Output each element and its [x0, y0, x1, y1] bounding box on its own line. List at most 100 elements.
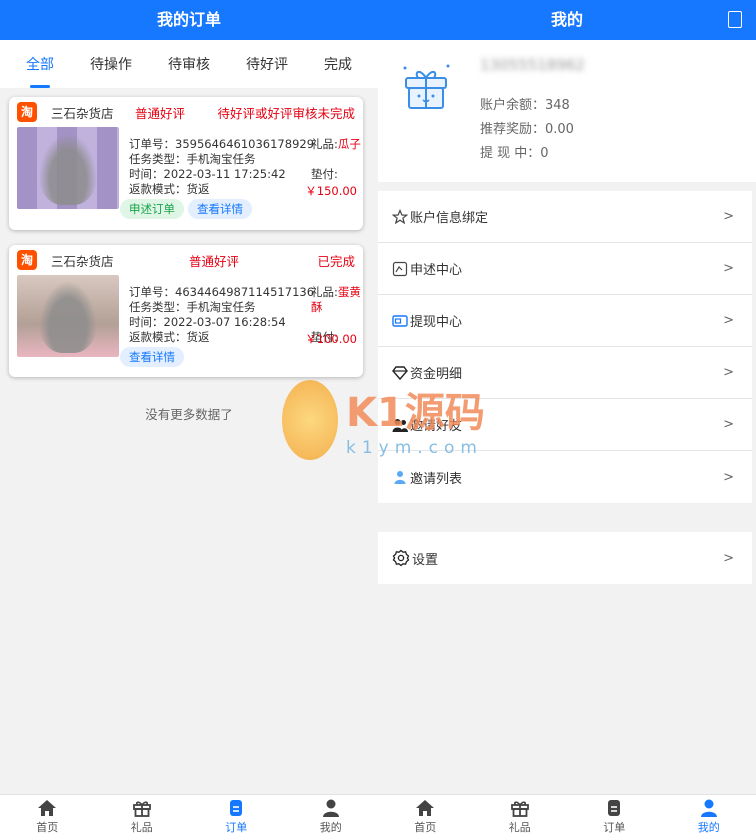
- chevron-right-icon: >: [723, 209, 734, 224]
- order-tabs: 全部 待操作 待审核 待好评 完成: [0, 40, 378, 88]
- order-number: 订单号：4634464987114517136: [129, 285, 315, 299]
- menu-label: 邀请列表: [410, 471, 463, 487]
- order-number: 订单号：3595646461036178929: [129, 137, 315, 151]
- home-icon: [38, 800, 57, 816]
- nav-home[interactable]: 首页: [0, 795, 95, 840]
- order-time: 时间：2022-03-07 16:28:54: [129, 315, 286, 329]
- nav-label: 首页: [414, 821, 437, 834]
- menu-invite-friends[interactable]: 邀请好友 >: [378, 399, 752, 451]
- gift-info: 礼品:瓜子 垫付:: [311, 137, 361, 182]
- profile-screen: 我的 13055518962 账户余额：348 推荐奖励：0.00 提 现 中：…: [378, 0, 756, 840]
- nav-mine[interactable]: 我的: [662, 795, 756, 840]
- account-menu: 账户信息绑定 > 申述中心 > 提现中心 > 资金明细 > 邀请好友 > 邀请列…: [378, 191, 752, 503]
- home-icon: [416, 800, 435, 816]
- nav-label: 我的: [319, 821, 342, 834]
- menu-withdraw-center[interactable]: 提现中心 >: [378, 295, 752, 347]
- chevron-right-icon: >: [723, 469, 734, 485]
- nav-label: 我的: [697, 821, 720, 834]
- bottom-nav: 首页 礼品 订单 我的: [0, 794, 378, 840]
- account-balance: 账户余额：348: [480, 98, 570, 113]
- bottom-nav: 首页 礼品 订单 我的: [378, 794, 756, 840]
- nav-mine[interactable]: 我的: [284, 795, 379, 840]
- profile-header: 我的: [378, 0, 756, 40]
- referral-reward: 推荐奖励：0.00: [480, 122, 574, 137]
- tab-all[interactable]: 全部: [20, 50, 60, 78]
- nav-gifts[interactable]: 礼品: [95, 795, 190, 840]
- order-status: 已完成: [317, 253, 355, 269]
- nav-home[interactable]: 首页: [378, 795, 473, 840]
- product-image: [17, 127, 119, 209]
- nav-label: 首页: [36, 821, 59, 834]
- gift-label: 礼品:: [311, 285, 338, 299]
- orders-screen: 我的订单 全部 待操作 待审核 待好评 完成 淘 三石杂货店 普通好评 待好评或…: [0, 0, 378, 840]
- window-icon[interactable]: [728, 11, 742, 28]
- review-type: 普通好评: [135, 105, 186, 121]
- orders-header: 我的订单: [0, 0, 378, 40]
- tab-pending-review[interactable]: 待审核: [162, 50, 216, 78]
- menu-fund-details[interactable]: 资金明细 >: [378, 347, 752, 399]
- nav-orders[interactable]: 订单: [189, 795, 284, 840]
- order-card[interactable]: 淘 三石杂货店 普通好评 待好评或好评审核未完成 订单号：35956464610…: [9, 97, 363, 230]
- account-summary: 13055518962 账户余额：348 推荐奖励：0.00 提 现 中：0: [378, 40, 756, 182]
- gift-icon: [132, 801, 151, 817]
- withdrawing-amount: 提 现 中：0: [480, 146, 549, 161]
- page-title: 我的: [550, 10, 583, 29]
- task-type: 任务类型：手机淘宝任务: [129, 152, 256, 166]
- refund-mode: 返款模式：货返: [129, 182, 210, 196]
- menu-invite-list[interactable]: 邀请列表 >: [378, 451, 752, 503]
- menu-label: 设置: [412, 552, 439, 568]
- view-details-button[interactable]: 查看详情: [188, 199, 252, 219]
- gift-name: 瓜子: [337, 137, 361, 151]
- orders-icon: [230, 800, 243, 816]
- nav-orders[interactable]: 订单: [567, 795, 662, 840]
- advance-amount: ￥100.00: [305, 332, 357, 346]
- gift-box-icon: [403, 64, 450, 109]
- wallet-icon: [392, 314, 408, 327]
- chevron-right-icon: >: [723, 417, 734, 432]
- order-info: 订单号：3595646461036178929 任务类型：手机淘宝任务 时间：2…: [129, 137, 314, 197]
- advance-amount: ￥150.00: [305, 184, 357, 198]
- menu-account-binding[interactable]: 账户信息绑定 >: [378, 191, 752, 243]
- menu-appeal-center[interactable]: 申述中心 >: [378, 243, 752, 295]
- settings-menu: 设置 >: [378, 532, 752, 584]
- taobao-icon: 淘: [17, 102, 37, 122]
- menu-label: 提现中心: [410, 315, 463, 330]
- menu-label: 账户信息绑定: [410, 211, 489, 226]
- chevron-right-icon: >: [723, 550, 734, 566]
- order-time: 时间：2022-03-11 17:25:42: [129, 167, 286, 181]
- menu-label: 申述中心: [410, 263, 463, 278]
- page-title: 我的订单: [156, 10, 221, 29]
- refund-mode: 返款模式：货返: [129, 330, 210, 344]
- diamond-icon: [392, 365, 408, 380]
- chevron-right-icon: >: [723, 261, 734, 276]
- no-more-data: 没有更多数据了: [145, 407, 233, 422]
- taobao-icon: 淘: [17, 250, 37, 270]
- chevron-right-icon: >: [723, 365, 734, 380]
- advance-label: 垫付:: [311, 167, 338, 181]
- view-details-button[interactable]: 查看详情: [120, 347, 184, 367]
- tab-completed[interactable]: 完成: [318, 50, 358, 78]
- order-status: 待好评或好评审核未完成: [217, 105, 355, 121]
- user-icon: [322, 799, 339, 817]
- menu-label: 邀请好友: [410, 419, 463, 434]
- nav-label: 礼品: [508, 821, 531, 834]
- friends-icon: [392, 418, 408, 432]
- orders-icon: [608, 800, 621, 816]
- order-info: 订单号：4634464987114517136 任务类型：手机淘宝任务 时间：2…: [129, 285, 314, 345]
- menu-label: 资金明细: [410, 367, 463, 382]
- nav-gifts[interactable]: 礼品: [473, 795, 568, 840]
- shop-name: 三石杂货店: [51, 105, 114, 121]
- tab-pending-rating[interactable]: 待好评: [240, 50, 294, 78]
- tab-pending-action[interactable]: 待操作: [84, 50, 138, 78]
- menu-settings[interactable]: 设置 >: [378, 532, 752, 584]
- gift-label: 礼品:: [311, 137, 338, 151]
- order-card[interactable]: 淘 三石杂货店 普通好评 已完成 订单号：4634464987114517136…: [9, 245, 363, 377]
- review-type: 普通好评: [189, 253, 240, 269]
- nav-label: 礼品: [130, 821, 153, 834]
- shop-name: 三石杂货店: [51, 253, 114, 269]
- nav-label: 订单: [603, 821, 626, 834]
- nav-label: 订单: [225, 821, 248, 834]
- appeal-order-button[interactable]: 申述订单: [120, 199, 184, 219]
- chevron-right-icon: >: [723, 313, 734, 328]
- phone-number: 13055518962: [480, 56, 585, 74]
